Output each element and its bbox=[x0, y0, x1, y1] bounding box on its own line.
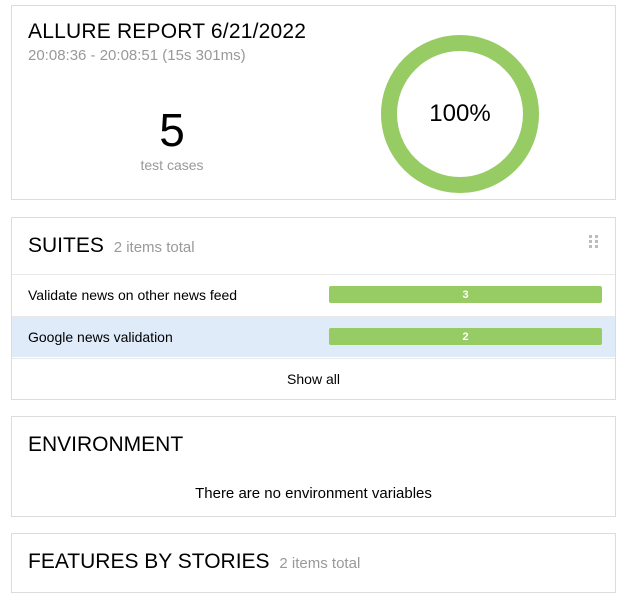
suite-name: Validate news on other news feed bbox=[28, 287, 238, 303]
report-time-range: 20:08:36 - 20:08:51 (15s 301ms) bbox=[28, 47, 246, 64]
suites-widget: SUITES 2 items total Validate news on ot… bbox=[11, 217, 616, 400]
drag-handle-icon[interactable] bbox=[589, 235, 598, 248]
suite-passed-count: 2 bbox=[462, 330, 469, 343]
features-header: FEATURES BY STORIES 2 items total bbox=[28, 550, 360, 574]
environment-empty-message: There are no environment variables bbox=[195, 485, 432, 502]
suite-row[interactable]: Validate news on other news feed 3 bbox=[12, 274, 615, 315]
features-title: FEATURES BY STORIES bbox=[28, 550, 270, 573]
environment-title: ENVIRONMENT bbox=[28, 433, 184, 456]
show-all-link[interactable]: Show all bbox=[12, 358, 615, 400]
suite-name: Google news validation bbox=[28, 329, 173, 345]
test-case-count: 5 bbox=[159, 104, 185, 156]
suite-passed-count: 3 bbox=[462, 288, 469, 301]
report-title: ALLURE REPORT 6/21/2022 bbox=[28, 20, 307, 43]
suite-passed-bar: 2 bbox=[329, 328, 602, 345]
suites-header: SUITES 2 items total bbox=[28, 234, 195, 258]
summary-widget: ALLURE REPORT 6/21/2022 20:08:36 - 20:08… bbox=[11, 5, 616, 200]
success-rate-value: 100% bbox=[429, 100, 491, 127]
suite-passed-bar: 3 bbox=[329, 286, 602, 303]
test-case-count-label: test cases bbox=[140, 157, 204, 173]
features-item-count: 2 items total bbox=[279, 555, 361, 572]
suites-item-count: 2 items total bbox=[113, 239, 195, 256]
environment-widget: ENVIRONMENT There are no environment var… bbox=[11, 416, 616, 517]
suites-title: SUITES bbox=[28, 234, 104, 257]
features-widget: FEATURES BY STORIES 2 items total bbox=[11, 533, 616, 593]
success-rate-label: 100% bbox=[378, 32, 542, 196]
suite-row[interactable]: Google news validation 2 bbox=[12, 316, 615, 357]
